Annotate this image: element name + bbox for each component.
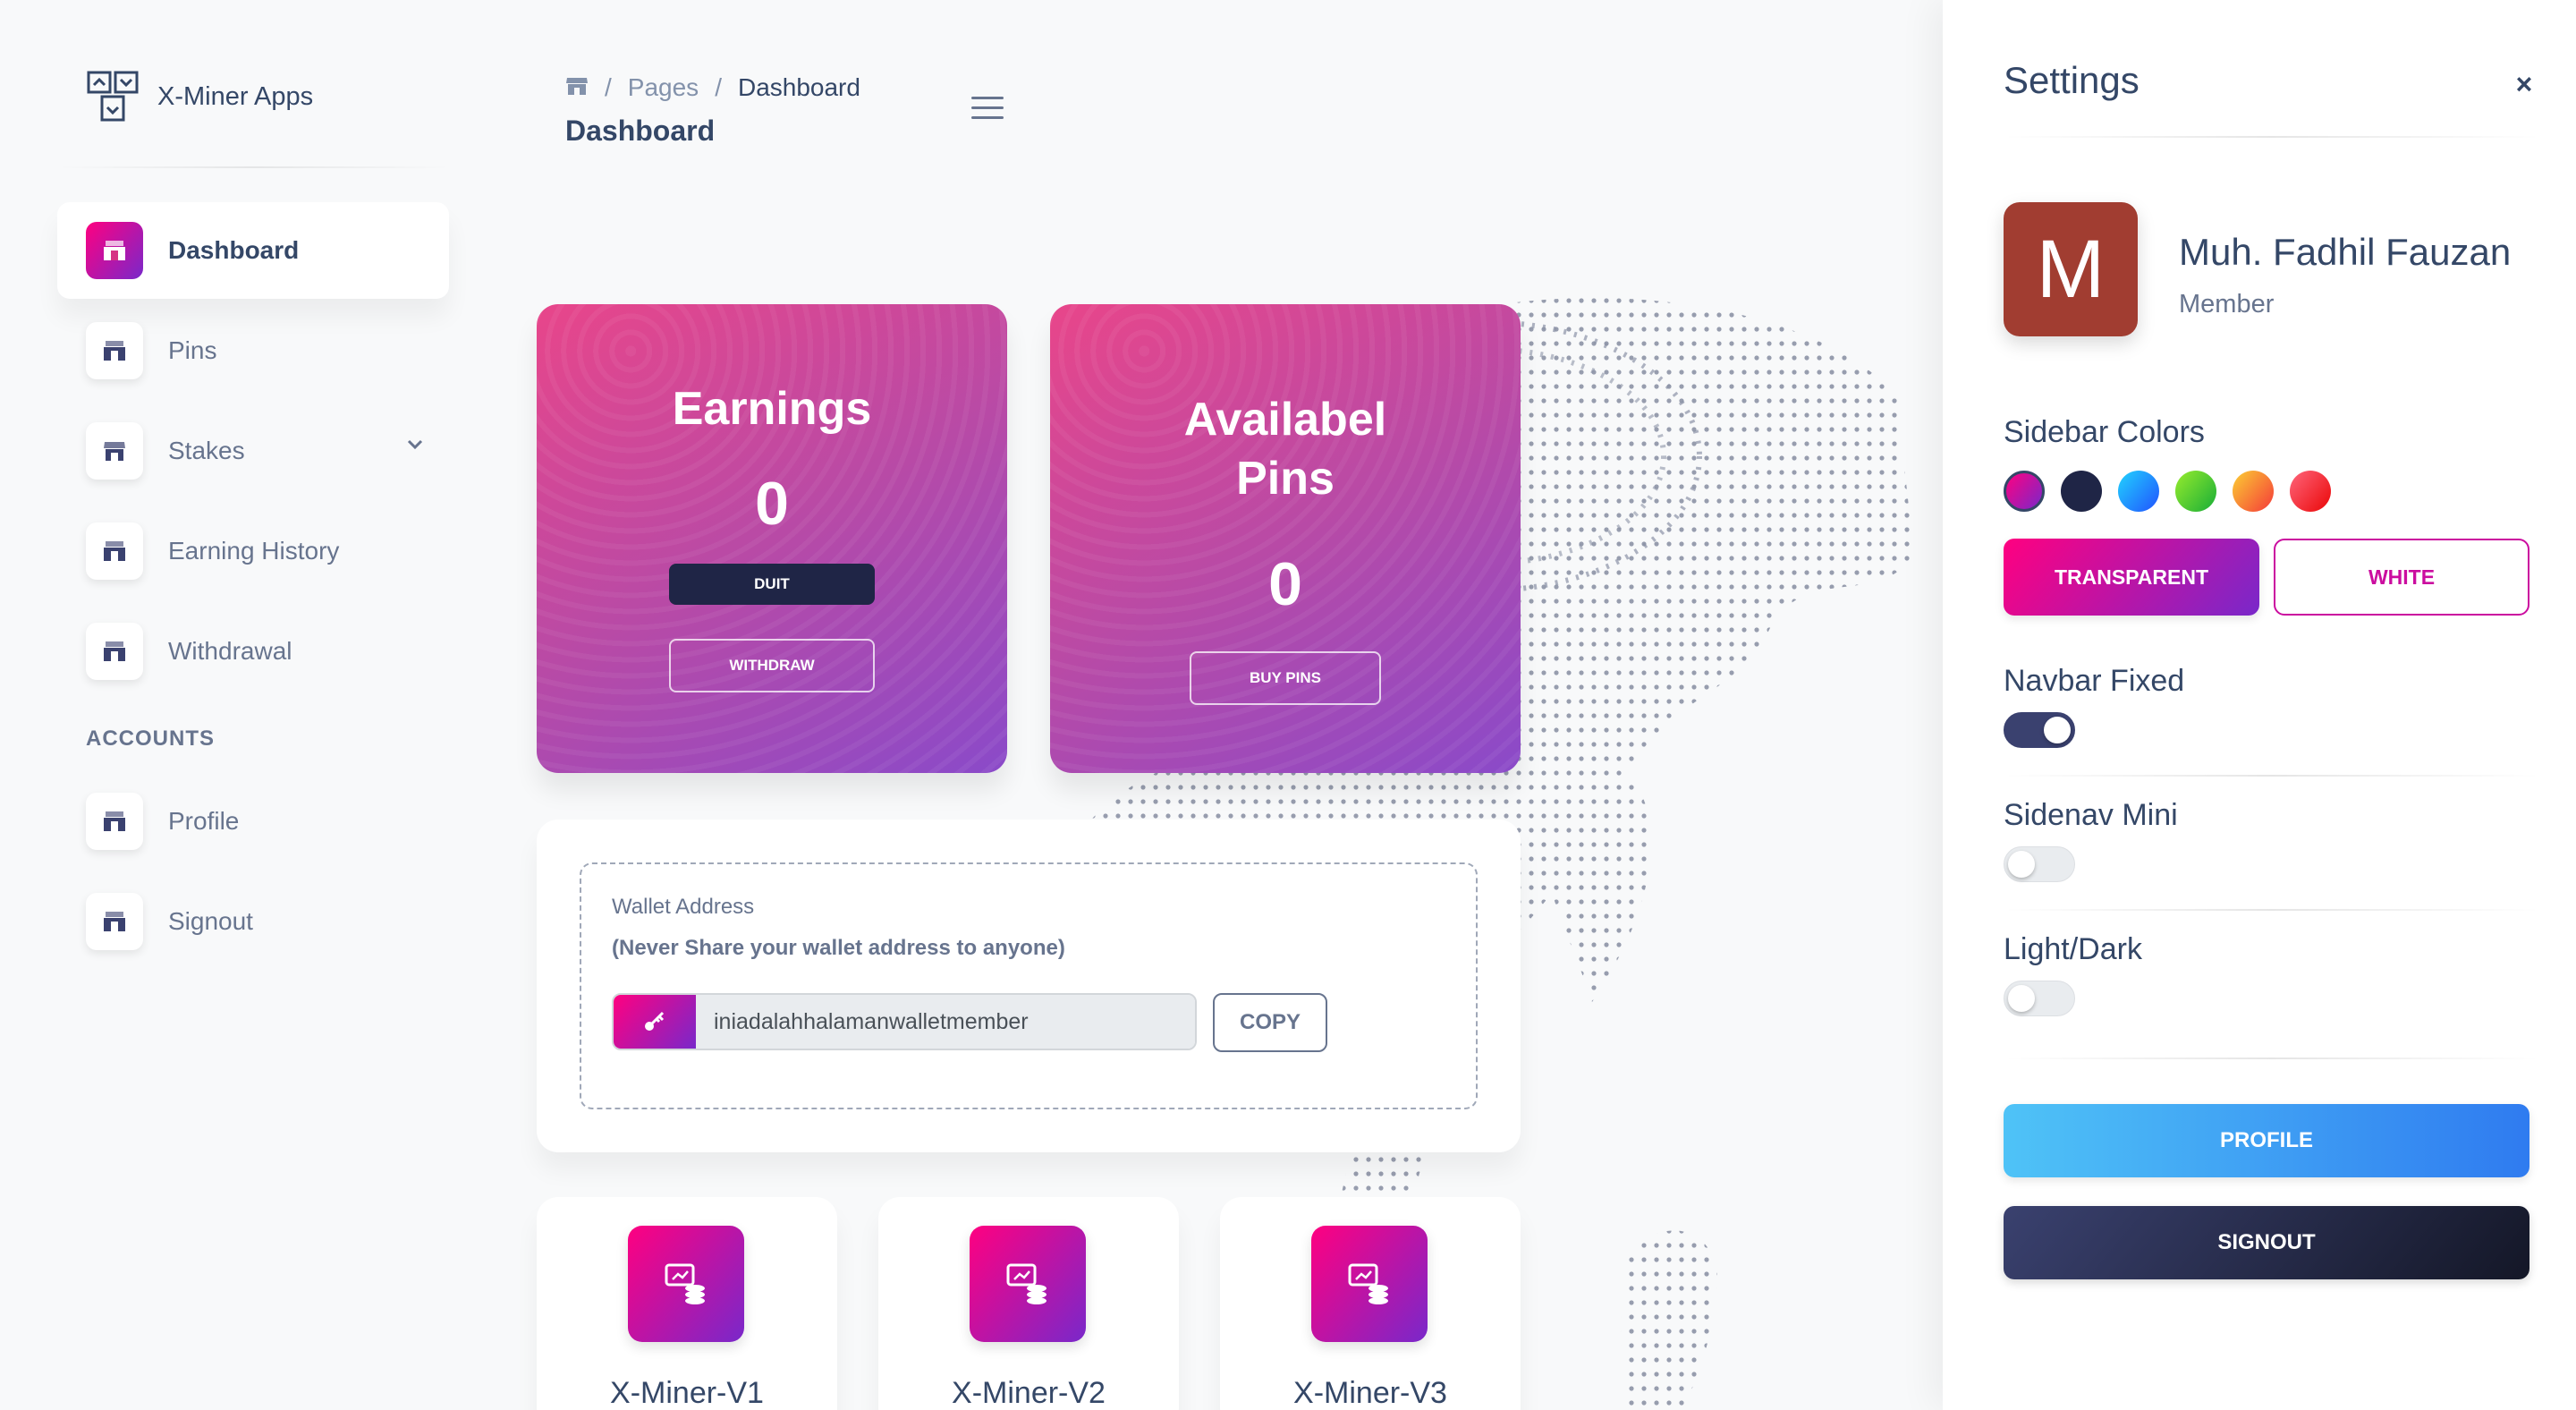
breadcrumb-separator: / xyxy=(715,73,722,101)
breadcrumb-current: Dashboard xyxy=(737,73,860,101)
earnings-card: Earnings 0 DUIT WITHDRAW xyxy=(537,304,1007,773)
transparent-button[interactable]: TRANSPARENT xyxy=(2004,539,2259,616)
hamburger-icon[interactable] xyxy=(971,97,1004,122)
color-swatch-primary[interactable] xyxy=(2004,471,2045,512)
wallet-warning: (Never Share your wallet address to anyo… xyxy=(612,936,1065,960)
shop-icon xyxy=(86,623,143,680)
wallet-address-input[interactable] xyxy=(696,995,1195,1049)
light-dark-label: Light/Dark xyxy=(2004,932,2142,966)
pins-value: 0 xyxy=(1268,550,1302,618)
sidebar-section-accounts: ACCOUNTS xyxy=(86,726,215,751)
miner-title: X-Miner-V3 xyxy=(1293,1376,1447,1410)
breadcrumb: / Pages / Dashboard xyxy=(565,73,860,102)
color-swatch-info[interactable] xyxy=(2118,471,2159,512)
navbar-fixed-toggle[interactable] xyxy=(2004,712,2075,748)
signout-button[interactable]: SIGNOUT xyxy=(2004,1206,2529,1279)
coins-screen-icon xyxy=(1311,1226,1428,1342)
buy-pins-button[interactable]: BUY PINS xyxy=(1190,651,1381,705)
miner-title: X-Miner-V1 xyxy=(610,1376,764,1410)
divider xyxy=(2004,1058,2540,1059)
sidebar-item-label: Stakes xyxy=(168,437,245,464)
navbar-fixed-label: Navbar Fixed xyxy=(2004,664,2185,698)
color-swatch-dark[interactable] xyxy=(2061,471,2102,512)
chevron-down-icon[interactable] xyxy=(406,438,424,455)
avatar: M xyxy=(2004,202,2138,336)
sidebar-item-pins[interactable]: Pins xyxy=(57,302,449,399)
divider xyxy=(2004,136,2540,138)
page-title: Dashboard xyxy=(565,115,716,147)
sidebar-item-label: Signout xyxy=(168,907,253,935)
brand-name: X-Miner Apps xyxy=(157,81,314,111)
sidebar-item-label: Pins xyxy=(168,336,217,364)
color-swatch-warning[interactable] xyxy=(2233,471,2274,512)
sidebar: X-Miner Apps Dashboard Pins Stakes Earni… xyxy=(0,0,474,1410)
color-swatch-success[interactable] xyxy=(2175,471,2216,512)
sidebar-item-stakes[interactable]: Stakes xyxy=(57,403,449,499)
sidebar-color-swatches xyxy=(2004,471,2331,512)
sidebar-divider xyxy=(57,166,451,168)
profile-button[interactable]: PROFILE xyxy=(2004,1104,2529,1177)
brand[interactable]: X-Miner Apps xyxy=(86,70,313,123)
sidebar-item-label: Profile xyxy=(168,807,240,835)
divider xyxy=(2004,775,2540,777)
copy-button[interactable]: COPY xyxy=(1213,993,1327,1052)
sidebar-item-dashboard[interactable]: Dashboard xyxy=(57,202,449,299)
store-icon xyxy=(86,422,143,480)
color-swatch-danger[interactable] xyxy=(2290,471,2331,512)
miner-card-v3[interactable]: X-Miner-V3 xyxy=(1220,1197,1521,1410)
miner-card-v1[interactable]: X-Miner-V1 xyxy=(537,1197,837,1410)
user-name: Muh. Fadhil Fauzan xyxy=(2179,231,2512,273)
shop-icon xyxy=(86,793,143,850)
shop-icon xyxy=(86,322,143,379)
shop-icon xyxy=(86,222,143,279)
pins-title-line1: Availabel xyxy=(1183,394,1387,446)
miner-card-v2[interactable]: X-Miner-V2 xyxy=(878,1197,1179,1410)
miner-title: X-Miner-V2 xyxy=(952,1376,1106,1410)
light-dark-toggle[interactable] xyxy=(2004,981,2075,1016)
breadcrumb-separator: / xyxy=(605,73,612,101)
wallet-box: Wallet Address (Never Share your wallet … xyxy=(580,862,1478,1109)
withdraw-button[interactable]: WITHDRAW xyxy=(669,639,875,692)
sidebar-item-withdrawal[interactable]: Withdrawal xyxy=(57,603,449,700)
coins-screen-icon xyxy=(628,1226,744,1342)
sidebar-item-label: Withdrawal xyxy=(168,637,292,665)
shop-icon xyxy=(86,522,143,580)
pins-title-line2: Pins xyxy=(1236,453,1335,505)
wallet-input-group xyxy=(612,993,1197,1050)
key-icon xyxy=(614,995,696,1049)
sidebar-item-label: Dashboard xyxy=(168,236,300,264)
close-icon[interactable]: × xyxy=(2508,68,2540,100)
coins-screen-icon xyxy=(970,1226,1086,1342)
x-miner-logo-icon xyxy=(86,70,140,123)
user-role: Member xyxy=(2179,290,2275,319)
settings-panel: Settings × M Muh. Fadhil Fauzan Member S… xyxy=(1943,0,2576,1410)
breadcrumb-pages[interactable]: Pages xyxy=(628,73,699,102)
sidebar-item-profile[interactable]: Profile xyxy=(57,773,449,870)
wallet-label: Wallet Address xyxy=(612,895,755,919)
settings-title: Settings xyxy=(2004,59,2140,101)
white-button[interactable]: WHITE xyxy=(2274,539,2529,616)
earnings-value: 0 xyxy=(755,470,789,538)
home-icon[interactable] xyxy=(565,73,589,102)
sidebar-item-label: Earning History xyxy=(168,537,340,565)
sidebar-item-signout[interactable]: Signout xyxy=(57,873,449,970)
shop-icon xyxy=(86,893,143,950)
wallet-card: Wallet Address (Never Share your wallet … xyxy=(537,820,1521,1152)
sidenav-mini-label: Sidenav Mini xyxy=(2004,798,2178,832)
sidenav-mini-toggle[interactable] xyxy=(2004,846,2075,882)
divider xyxy=(2004,909,2540,911)
available-pins-card: Availabel Pins 0 BUY PINS xyxy=(1050,304,1521,773)
earnings-title: Earnings xyxy=(672,383,872,435)
sidebar-item-earning-history[interactable]: Earning History xyxy=(57,503,449,599)
sidebar-colors-label: Sidebar Colors xyxy=(2004,415,2205,449)
duit-badge: DUIT xyxy=(669,564,875,605)
